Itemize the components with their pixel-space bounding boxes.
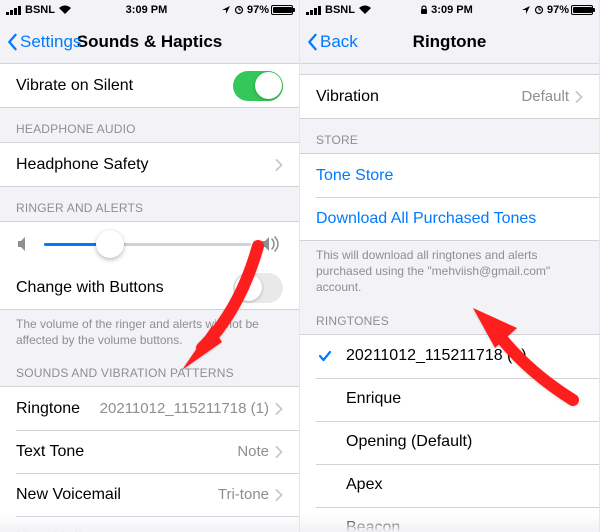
chevron-right-icon <box>275 159 283 171</box>
row-download-all[interactable]: Download All Purchased Tones <box>300 197 599 240</box>
carrier: BSNL <box>25 4 55 16</box>
volume-slider[interactable] <box>44 230 251 258</box>
chevron-right-icon <box>275 446 283 458</box>
header-ringtones: RINGTONES <box>300 300 599 334</box>
signal-icon <box>6 5 22 15</box>
toggle-change-with-buttons[interactable] <box>233 273 283 303</box>
nav-title: Ringtone <box>413 32 487 52</box>
wifi-icon <box>358 5 372 15</box>
header-headphone-audio: HEADPHONE AUDIO <box>0 108 299 142</box>
nav-title: Sounds & Haptics <box>77 32 222 52</box>
row-new-voicemail[interactable]: New VoicemailTri-tone <box>0 473 299 516</box>
chevron-left-icon <box>306 33 318 51</box>
row-headphone-safety[interactable]: Headphone Safety <box>0 143 299 186</box>
phone-ringtone: BSNL 3:09 PM 97% Back Ringtone Vibration… <box>300 0 600 532</box>
speaker-low-icon <box>16 236 34 252</box>
lock-icon <box>420 5 428 15</box>
battery-icon <box>571 5 593 15</box>
phone-sounds-haptics: BSNL 3:09 PM 97% Settings Sounds & Hapti… <box>0 0 300 532</box>
speaker-high-icon <box>261 236 283 252</box>
header-ringer-alerts: RINGER AND ALERTS <box>0 187 299 221</box>
chevron-right-icon <box>275 489 283 501</box>
nav-bar: Back Ringtone <box>300 20 599 64</box>
footer-store: This will download all ringtones and ale… <box>300 241 599 300</box>
battery-icon <box>271 5 293 15</box>
content: Vibrate on Silent HEADPHONE AUDIO Headph… <box>0 64 299 532</box>
nav-bar: Settings Sounds & Haptics <box>0 20 299 64</box>
content: Vibration Default STORE Tone Store Downl… <box>300 64 599 532</box>
battery-pct: 97% <box>547 4 569 16</box>
clock: 3:09 PM <box>431 4 473 16</box>
location-icon <box>521 5 531 15</box>
battery-pct: 97% <box>247 4 269 16</box>
status-bar: BSNL 3:09 PM 97% <box>300 0 599 20</box>
row-vibrate-silent[interactable]: Vibrate on Silent <box>0 64 299 107</box>
ringtone-item[interactable]: 20211012_115211718 (1) <box>300 335 599 378</box>
ringtone-item[interactable]: Opening (Default) <box>300 421 599 464</box>
signal-icon <box>306 5 322 15</box>
status-bar: BSNL 3:09 PM 97% <box>0 0 299 20</box>
location-icon <box>221 5 231 15</box>
footer-ringer: The volume of the ringer and alerts will… <box>0 310 299 352</box>
toggle-vibrate-silent[interactable] <box>233 71 283 101</box>
chevron-left-icon <box>6 33 18 51</box>
carrier: BSNL <box>325 4 355 16</box>
back-button[interactable]: Settings <box>6 32 81 52</box>
wifi-icon <box>58 5 72 15</box>
chevron-right-icon <box>575 91 583 103</box>
chevron-right-icon <box>275 403 283 415</box>
ringtone-item[interactable]: Apex <box>300 464 599 507</box>
row-ringtone[interactable]: Ringtone20211012_115211718 (1) <box>0 387 299 430</box>
row-change-with-buttons[interactable]: Change with Buttons <box>0 266 299 309</box>
clock: 3:09 PM <box>126 4 168 16</box>
back-button[interactable]: Back <box>306 32 358 52</box>
row-text-tone[interactable]: Text ToneNote <box>0 430 299 473</box>
ringtone-item[interactable]: Enrique <box>300 378 599 421</box>
alarm-icon <box>234 5 244 15</box>
checkmark-icon <box>316 349 334 363</box>
header-sounds-patterns: SOUNDS AND VIBRATION PATTERNS <box>0 352 299 386</box>
alarm-icon <box>534 5 544 15</box>
row-tone-store[interactable]: Tone Store <box>300 154 599 197</box>
header-store: STORE <box>300 119 599 153</box>
volume-slider-row <box>0 222 299 266</box>
row-vibration[interactable]: Vibration Default <box>300 75 599 118</box>
